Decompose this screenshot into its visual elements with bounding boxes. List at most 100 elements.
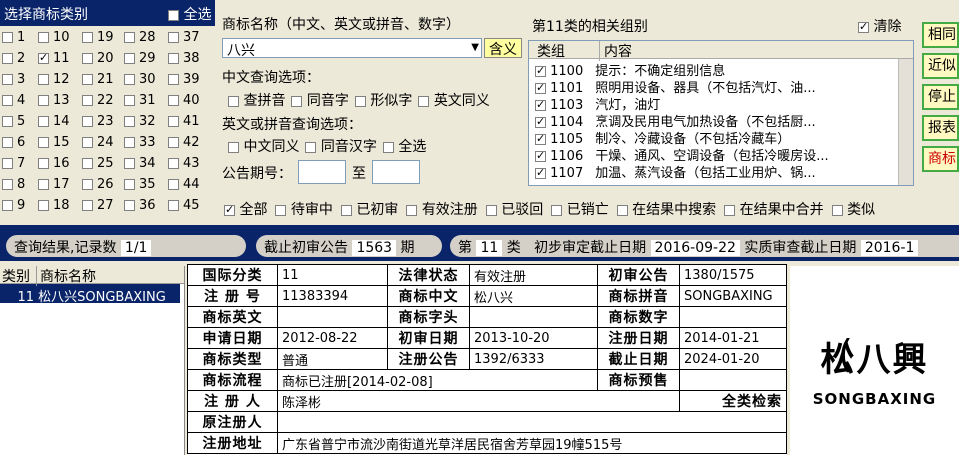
class-checkbox-43[interactable]: 43: [168, 156, 200, 171]
clear-checkbox[interactable]: [858, 20, 869, 33]
checkbox[interactable]: [168, 137, 179, 148]
checkbox[interactable]: [2, 95, 13, 106]
cn-option-0[interactable]: 查拼音: [228, 93, 285, 109]
checkbox[interactable]: [38, 116, 49, 127]
class-checkbox-22[interactable]: 22: [82, 93, 114, 108]
filter-option-8[interactable]: 类似: [831, 202, 875, 218]
checkbox[interactable]: [38, 179, 49, 190]
select-all-classes[interactable]: 全选: [168, 4, 211, 24]
checkbox[interactable]: [535, 149, 546, 162]
checkbox[interactable]: [82, 53, 93, 64]
class-checkbox-19[interactable]: 19: [82, 30, 114, 45]
name-input[interactable]: 八兴 ▼: [222, 38, 482, 59]
checkbox[interactable]: [38, 158, 49, 169]
class-checkbox-31[interactable]: 31: [124, 93, 156, 108]
class-checkbox-3[interactable]: 3: [2, 72, 25, 87]
class-checkbox-25[interactable]: 25: [82, 156, 114, 171]
checkbox[interactable]: [82, 200, 93, 211]
search-all-classes-button[interactable]: 全类检索: [679, 390, 787, 412]
side-button-0[interactable]: 相同: [922, 22, 959, 48]
checkbox[interactable]: [124, 74, 135, 85]
checkbox[interactable]: [82, 74, 93, 85]
class-checkbox-2[interactable]: 2: [2, 51, 25, 66]
filter-option-5[interactable]: 已销亡: [551, 202, 609, 218]
group-row-1104[interactable]: 1104烹调及民用电气加热设备（不包括厨...: [529, 111, 816, 130]
checkbox[interactable]: [535, 98, 546, 111]
checkbox[interactable]: [305, 141, 317, 153]
checkbox[interactable]: [354, 95, 366, 107]
class-checkbox-10[interactable]: 10: [38, 30, 70, 45]
group-row-1106[interactable]: 1106干燥、通风、空调设备（包括冷暖房设...: [529, 145, 829, 164]
class-checkbox-39[interactable]: 39: [168, 72, 200, 87]
checkbox[interactable]: [406, 204, 418, 216]
class-checkbox-12[interactable]: 12: [38, 72, 70, 87]
group-row-1101[interactable]: 1101照明用设备、器具（不包括汽灯、油...: [529, 77, 816, 96]
checkbox[interactable]: [224, 203, 235, 216]
class-checkbox-16[interactable]: 16: [38, 156, 70, 171]
checkbox[interactable]: [228, 95, 239, 107]
checkbox[interactable]: [168, 53, 179, 64]
checkbox[interactable]: [82, 179, 93, 190]
checkbox[interactable]: [382, 141, 394, 153]
side-button-2[interactable]: 停止: [922, 84, 959, 110]
checkbox[interactable]: [2, 32, 13, 43]
class-checkbox-35[interactable]: 35: [124, 177, 156, 192]
checkbox[interactable]: [124, 179, 135, 190]
filter-option-6[interactable]: 在结果中搜索: [616, 202, 716, 218]
clear-option[interactable]: 清除: [858, 16, 901, 36]
checkbox[interactable]: [168, 95, 179, 106]
class-checkbox-20[interactable]: 20: [82, 51, 114, 66]
class-checkbox-34[interactable]: 34: [124, 156, 156, 171]
filter-option-1[interactable]: 待审中: [275, 202, 333, 218]
checkbox[interactable]: [2, 158, 13, 169]
checkbox[interactable]: [2, 74, 13, 85]
checkbox[interactable]: [2, 179, 13, 190]
class-checkbox-42[interactable]: 42: [168, 135, 200, 150]
class-checkbox-9[interactable]: 9: [2, 198, 25, 213]
checkbox[interactable]: [2, 200, 13, 211]
class-checkbox-8[interactable]: 8: [2, 177, 25, 192]
checkbox[interactable]: [340, 204, 352, 216]
class-checkbox-36[interactable]: 36: [124, 198, 156, 213]
class-checkbox-4[interactable]: 4: [2, 93, 25, 108]
checkbox[interactable]: [485, 204, 497, 216]
class-checkbox-45[interactable]: 45: [168, 198, 200, 213]
checkbox[interactable]: [616, 204, 628, 216]
cn-option-3[interactable]: 英文同义: [418, 93, 490, 109]
class-checkbox-23[interactable]: 23: [82, 114, 114, 129]
checkbox[interactable]: [551, 204, 563, 216]
class-checkbox-41[interactable]: 41: [168, 114, 200, 129]
checkbox[interactable]: [2, 137, 13, 148]
class-checkbox-24[interactable]: 24: [82, 135, 114, 150]
class-checkbox-5[interactable]: 5: [2, 114, 25, 129]
filter-option-4[interactable]: 已驳回: [485, 202, 543, 218]
class-checkbox-38[interactable]: 38: [168, 51, 200, 66]
checkbox[interactable]: [535, 81, 546, 94]
checkbox[interactable]: [168, 116, 179, 127]
en-option-0[interactable]: 中文同义: [228, 139, 299, 155]
checkbox[interactable]: [38, 74, 49, 85]
checkbox[interactable]: [168, 74, 179, 85]
class-checkbox-21[interactable]: 21: [82, 72, 114, 87]
class-checkbox-18[interactable]: 18: [38, 198, 70, 213]
class-checkbox-26[interactable]: 26: [82, 177, 114, 192]
checkbox[interactable]: [228, 141, 239, 153]
checkbox[interactable]: [124, 116, 135, 127]
checkbox[interactable]: [82, 116, 93, 127]
class-checkbox-7[interactable]: 7: [2, 156, 25, 171]
checkbox[interactable]: [124, 53, 135, 64]
checkbox[interactable]: [124, 200, 135, 211]
checkbox[interactable]: [38, 51, 49, 64]
class-checkbox-13[interactable]: 13: [38, 93, 70, 108]
checkbox[interactable]: [124, 137, 135, 148]
side-button-3[interactable]: 报表: [922, 115, 959, 141]
gazette-from-input[interactable]: [298, 160, 346, 184]
checkbox[interactable]: [82, 137, 93, 148]
checkbox[interactable]: [535, 132, 546, 145]
class-checkbox-33[interactable]: 33: [124, 135, 156, 150]
class-checkbox-30[interactable]: 30: [124, 72, 156, 87]
select-all-checkbox[interactable]: [168, 9, 179, 21]
meaning-button[interactable]: 含义: [484, 38, 522, 58]
class-checkbox-11[interactable]: 11: [38, 51, 70, 66]
checkbox[interactable]: [2, 53, 13, 64]
